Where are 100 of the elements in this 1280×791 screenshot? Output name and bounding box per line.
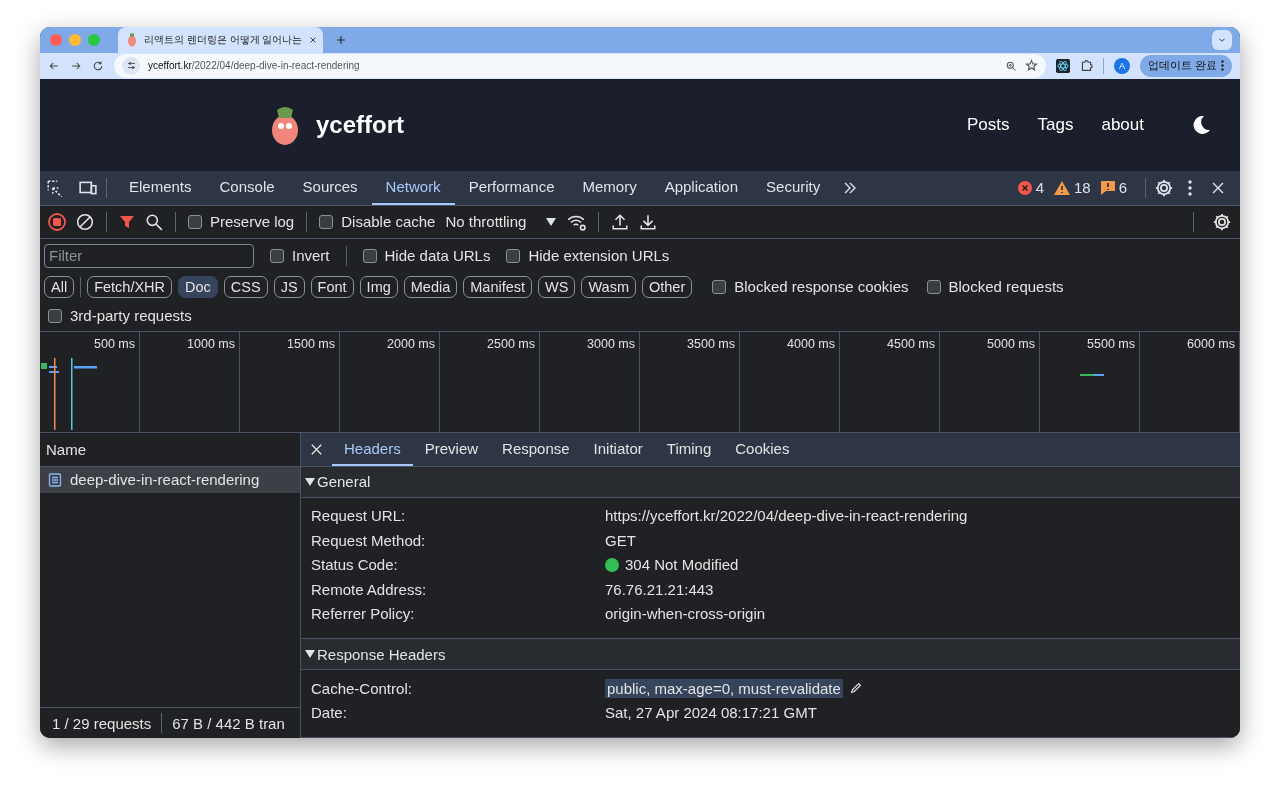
panel-tab[interactable]: Sources: [288, 170, 372, 205]
checkbox[interactable]: [362, 248, 377, 263]
nav-link[interactable]: Tags: [1037, 114, 1074, 135]
close-icon[interactable]: [308, 35, 319, 45]
more-icon[interactable]: [1188, 179, 1192, 196]
header-name: Request Method:: [311, 531, 427, 549]
mascot-icon: [126, 33, 138, 47]
pencil-icon[interactable]: [848, 681, 863, 696]
record-icon[interactable]: [48, 212, 66, 231]
checkbox-label: Invert: [292, 247, 330, 264]
browser-tab[interactable]: 리액트의 렌더링은 어떻게 일어나는: [118, 27, 323, 53]
time-tick: 3500 ms: [687, 336, 735, 351]
header-value: 304 Not Modified: [625, 556, 739, 574]
triangle-icon: [305, 476, 315, 487]
status-text: 67 B / 442 B tran: [172, 714, 285, 732]
plus-icon[interactable]: [335, 34, 347, 46]
checkbox[interactable]: [506, 248, 521, 263]
checkbox[interactable]: [270, 248, 284, 263]
header-value: GET: [605, 531, 636, 549]
type-filter-chip[interactable]: Font: [310, 275, 354, 298]
triangle-icon: [305, 649, 315, 659]
checkbox-label: Hide extension URLs: [528, 247, 670, 264]
detail-tab[interactable]: Headers: [332, 432, 413, 466]
header-name: Cache-Control:: [311, 679, 413, 697]
reload-icon[interactable]: [92, 59, 104, 72]
site-settings-icon[interactable]: [122, 56, 140, 75]
download-icon[interactable]: [639, 212, 658, 231]
type-filter-chip[interactable]: Other: [642, 275, 693, 298]
panel-tab[interactable]: Performance: [454, 170, 569, 205]
request-row[interactable]: deep-dive-in-react-rendering: [40, 466, 300, 493]
column-header: Name: [46, 440, 86, 458]
type-filter-chip[interactable]: Doc: [178, 275, 218, 298]
type-filter-chip[interactable]: All: [44, 275, 75, 298]
panel-tab[interactable]: Memory: [568, 170, 651, 205]
type-filter-chip[interactable]: Wasm: [581, 275, 636, 298]
panel-tab[interactable]: Network: [371, 170, 455, 205]
panel-tab[interactable]: Security: [752, 170, 835, 205]
update-button[interactable]: 업데이트 완료: [1139, 54, 1232, 77]
filter-icon[interactable]: [119, 213, 135, 230]
time-tick: 3000 ms: [587, 336, 635, 351]
detail-tab[interactable]: Cookies: [723, 432, 802, 466]
clear-icon[interactable]: [76, 212, 94, 231]
profile-avatar[interactable]: A: [1113, 57, 1130, 74]
zoom-icon[interactable]: [1004, 59, 1017, 72]
filter-field[interactable]: Filter: [44, 243, 254, 268]
checkbox[interactable]: [712, 279, 727, 294]
header-name: Remote Address:: [311, 580, 428, 598]
header-value: Sat, 27 Apr 2024 08:17:21 GMT: [605, 704, 817, 722]
issue-icon: [1100, 180, 1115, 195]
header-value: https://yceffort.kr/2022/04/deep-dive-in-react-rendering: [605, 507, 968, 525]
type-filter-chip[interactable]: WS: [538, 275, 576, 298]
inspect-icon[interactable]: [46, 178, 64, 197]
checkbox[interactable]: [319, 214, 334, 229]
header-value: origin-when-cross-origin: [605, 605, 766, 623]
type-filter-chip[interactable]: JS: [273, 275, 305, 298]
time-tick: 1500 ms: [287, 336, 335, 351]
header-name: Request URL:: [311, 507, 407, 525]
panel-tab[interactable]: Console: [205, 170, 289, 205]
checkbox[interactable]: [188, 214, 202, 229]
detail-tab[interactable]: Initiator: [581, 432, 655, 466]
site-brand[interactable]: yceffort: [316, 110, 405, 139]
nav-link[interactable]: about: [1101, 114, 1144, 135]
panel-tab[interactable]: Elements: [115, 170, 206, 205]
sliders-icon[interactable]: [125, 60, 137, 72]
checkbox-label: 3rd-party requests: [70, 307, 192, 324]
type-filter-chip[interactable]: CSS: [223, 275, 268, 298]
settings-icon[interactable]: [1154, 177, 1174, 198]
type-filter-chip[interactable]: Manifest: [463, 275, 533, 298]
header-name: Status Code:: [311, 556, 399, 574]
checkbox[interactable]: [926, 279, 941, 294]
caret-down-icon[interactable]: [546, 217, 557, 226]
issue-count: 6: [1118, 179, 1127, 196]
puzzle-icon[interactable]: [1079, 59, 1093, 73]
upload-icon[interactable]: [611, 212, 630, 231]
time-tick: 4500 ms: [887, 336, 935, 351]
search-icon[interactable]: [145, 212, 163, 231]
warning-count: 18: [1073, 179, 1091, 196]
type-filter-chip[interactable]: Media: [403, 275, 458, 298]
detail-tab[interactable]: Timing: [654, 432, 724, 466]
address-bar[interactable]: yceffort.kr/2022/04/deep-dive-in-react-rendering: [114, 53, 1046, 78]
settings-icon[interactable]: [1212, 211, 1232, 232]
time-tick: 500 ms: [94, 336, 135, 351]
atom-icon[interactable]: [1055, 58, 1070, 73]
star-icon[interactable]: [1024, 59, 1038, 73]
time-tick: 2000 ms: [387, 336, 435, 351]
throttling-select[interactable]: No throttling: [445, 213, 557, 230]
time-tick: 4000 ms: [787, 336, 835, 351]
type-filter-chip[interactable]: Img: [359, 275, 398, 298]
time-tick: 5500 ms: [1087, 336, 1135, 351]
type-filter-chip[interactable]: Fetch/XHR: [87, 275, 173, 298]
checkbox[interactable]: [48, 308, 62, 323]
detail-tab[interactable]: Response: [490, 432, 582, 466]
section-header[interactable]: Response Headers: [301, 639, 1240, 670]
nav-link[interactable]: Posts: [967, 114, 1010, 135]
time-tick: 6000 ms: [1187, 336, 1235, 351]
header-value: 76.76.21.21:443: [605, 580, 714, 598]
panel-tab[interactable]: Application: [650, 170, 753, 205]
more-icon[interactable]: [1221, 60, 1224, 72]
section-header[interactable]: General: [301, 466, 1240, 498]
detail-tab[interactable]: Preview: [412, 432, 491, 466]
